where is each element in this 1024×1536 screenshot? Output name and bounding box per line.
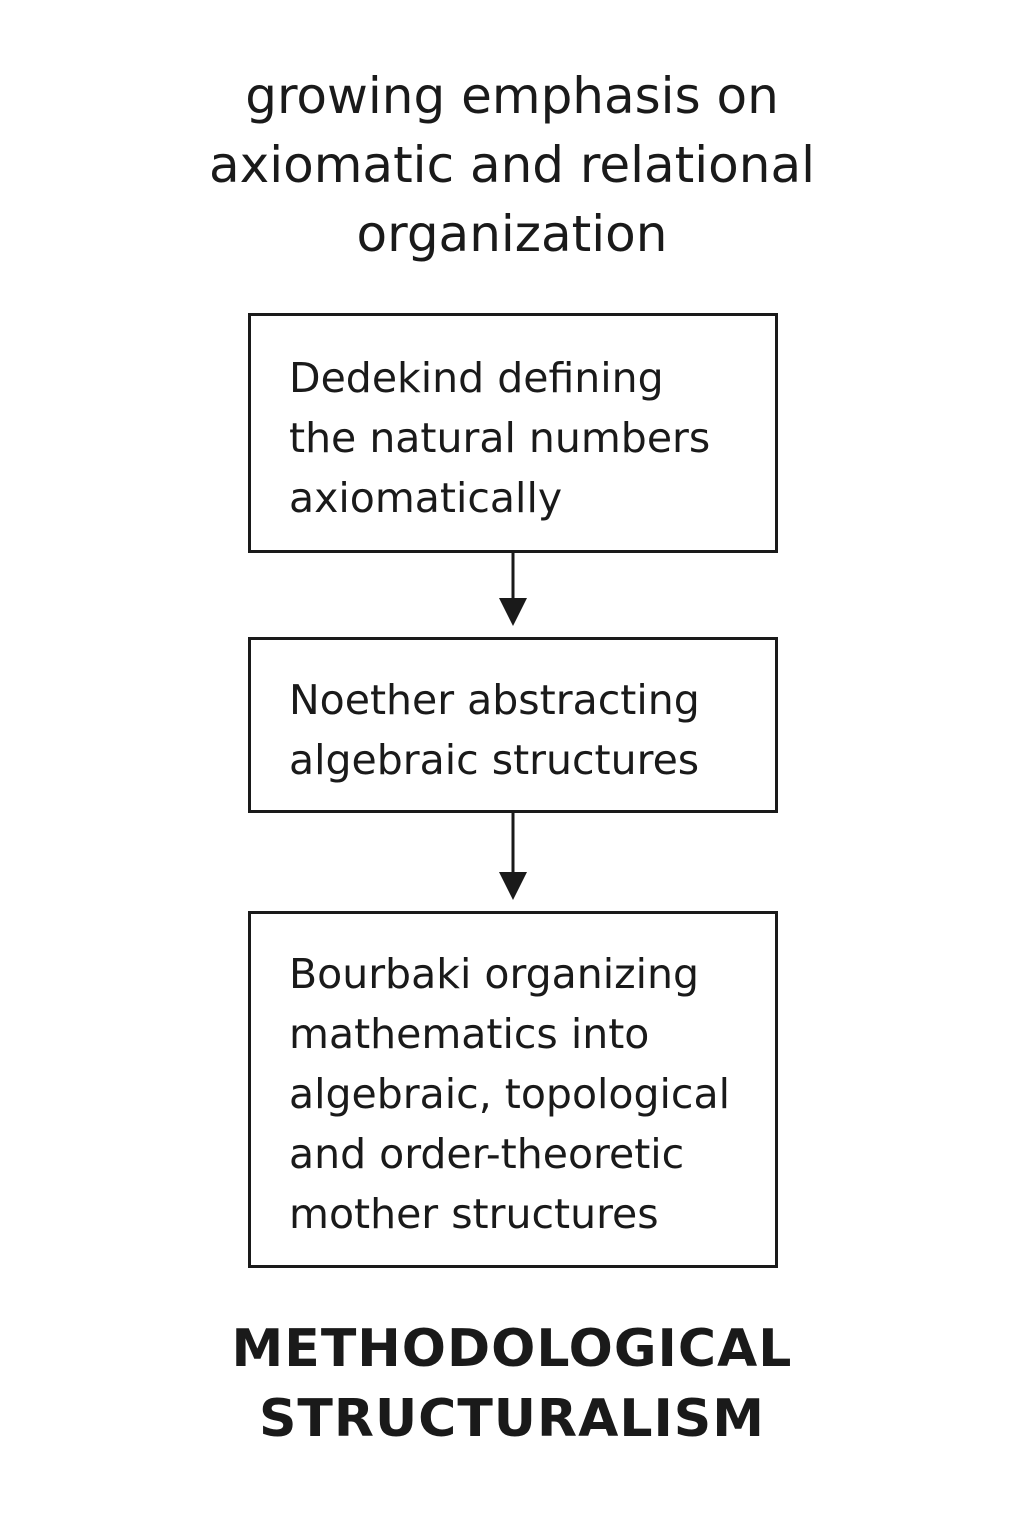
arrow-noether-to-bourbaki xyxy=(499,813,527,900)
arrow-dedekind-to-noether xyxy=(499,553,527,626)
arrow-head-icon xyxy=(499,598,527,626)
diagram-footer-label: METHODOLOGICAL STRUCTURALISM xyxy=(0,1314,1024,1454)
connector-arrows xyxy=(499,553,527,900)
footer-line: STRUCTURALISM xyxy=(258,1389,765,1449)
footer-line: METHODOLOGICAL xyxy=(231,1319,793,1379)
arrow-head-icon xyxy=(499,872,527,900)
